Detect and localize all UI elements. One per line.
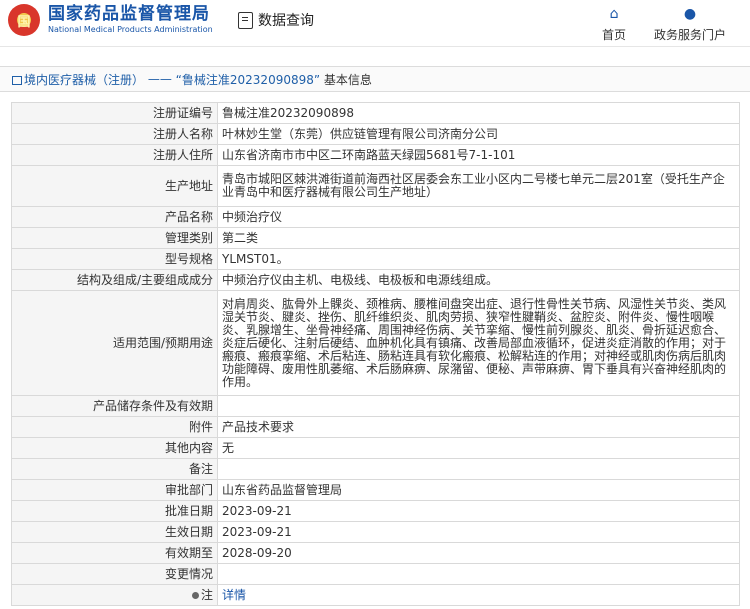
row-label: 审批部门	[11, 479, 218, 501]
row-value: YLMST01。	[217, 248, 740, 270]
row-label: 备注	[11, 458, 218, 480]
row-label: 适用范围/预期用途	[11, 290, 218, 396]
data-query-title[interactable]: 数据查询	[238, 10, 314, 30]
breadcrumb: 境内医疗器械（注册） —— “鲁械注准20232090898” 基本信息	[0, 66, 750, 92]
table-row: 附件 产品技术要求	[11, 416, 740, 438]
row-value: 无	[217, 437, 740, 459]
table-row: 注册人住所 山东省济南市市中区二环南路蓝天绿园5681号7-1-101	[11, 144, 740, 166]
table-row: 其他内容无	[11, 437, 740, 459]
row-value: 对肩周炎、肱骨外上髁炎、颈椎病、腰椎间盘突出症、退行性骨性关节病、风湿性关节炎、…	[217, 290, 740, 396]
row-value: 鲁械注准20232090898	[217, 102, 740, 124]
table-row: 注册证编号 鲁械注准20232090898	[11, 102, 740, 124]
row-value: 中频治疗仪	[217, 206, 740, 228]
row-label: 变更情况	[11, 563, 218, 585]
breadcrumb-title: “鲁械注准20232090898”	[175, 72, 321, 87]
note-label: 注	[200, 587, 213, 602]
table-row: 备注	[11, 458, 740, 480]
row-label: 产品储存条件及有效期	[11, 395, 218, 417]
row-value: 详情	[217, 584, 740, 606]
table-row: 批准日期 2023-09-21	[11, 500, 740, 522]
row-label: 注册证编号	[11, 102, 218, 124]
row-label: 结构及组成/主要组成成分	[11, 269, 218, 291]
row-value: 2023-09-21	[217, 521, 740, 543]
row-value	[217, 395, 740, 417]
breadcrumb-link[interactable]: 境内医疗器械（注册）	[24, 71, 144, 88]
row-label: 有效期至	[11, 542, 218, 564]
document-icon	[12, 75, 22, 85]
info-icon	[191, 591, 199, 599]
nav-home[interactable]: ⌂ 首页	[602, 6, 626, 43]
national-emblem-icon: 国	[8, 4, 40, 36]
site-name-en: National Medical Products Administration	[48, 25, 213, 34]
row-value: 叶林妙生堂（东莞）供应链管理有限公司济南分公司	[217, 123, 740, 145]
breadcrumb-separator: ——	[147, 72, 172, 86]
table-row: 有效期至 2028-09-20	[11, 542, 740, 564]
row-label: 产品名称	[11, 206, 218, 228]
table-row: 注册人名称 叶林妙生堂（东莞）供应链管理有限公司济南分公司	[11, 123, 740, 145]
row-label: 生产地址	[11, 165, 218, 207]
site-name-cn: 国家药品监督管理局	[48, 4, 210, 24]
nav-service-portal[interactable]: ● 政务服务门户	[654, 6, 726, 43]
row-label: 注册人名称	[11, 123, 218, 145]
table-row: 注 详情	[11, 584, 740, 606]
row-value: 2023-09-21	[217, 500, 740, 522]
row-label: 注	[11, 584, 218, 606]
document-search-icon	[238, 11, 253, 29]
row-value: 中频治疗仪由主机、电极线、电极板和电源线组成。	[217, 269, 740, 291]
table-row: 产品名称 中频治疗仪	[11, 206, 740, 228]
row-value: 山东省济南市市中区二环南路蓝天绿园5681号7-1-101	[217, 144, 740, 166]
row-value	[217, 458, 740, 480]
table-row: 生产地址 青岛市城阳区棘洪滩街道前海西社区居委会东工业小区内二号楼七单元二层201…	[11, 165, 740, 207]
row-label: 型号规格	[11, 248, 218, 270]
home-icon: ⌂	[609, 6, 619, 22]
row-value: 2028-09-20	[217, 542, 740, 564]
row-label: 批准日期	[11, 500, 218, 522]
site-logo[interactable]: 国 国家药品监督管理局 National Medical Products Ad…	[8, 4, 213, 36]
data-query-label: 数据查询	[258, 13, 314, 29]
row-label: 附件	[11, 416, 218, 438]
row-label: 注册人住所	[11, 144, 218, 166]
row-value: 山东省药品监督管理局	[217, 479, 740, 501]
nav-service-portal-label: 政务服务门户	[654, 28, 727, 42]
table-row: 结构及组成/主要组成成分 中频治疗仪由主机、电极线、电极板和电源线组成。	[11, 269, 740, 291]
site-header: 国 国家药品监督管理局 National Medical Products Ad…	[0, 0, 750, 47]
row-value: 第二类	[217, 227, 740, 249]
table-row: 变更情况	[11, 563, 740, 585]
row-label: 生效日期	[11, 521, 218, 543]
table-row: 生效日期 2023-09-21	[11, 521, 740, 543]
user-icon: ●	[683, 6, 697, 22]
row-label: 其他内容	[11, 437, 218, 459]
table-row: 型号规格 YLMST01。	[11, 248, 740, 270]
table-row: 适用范围/预期用途 对肩周炎、肱骨外上髁炎、颈椎病、腰椎间盘突出症、退行性骨性关节…	[11, 290, 740, 396]
row-value	[217, 563, 740, 585]
details-link[interactable]: 详情	[222, 588, 246, 602]
row-value: 青岛市城阳区棘洪滩街道前海西社区居委会东工业小区内二号楼七单元二层201室（受托…	[217, 165, 740, 207]
detail-table: 注册证编号 鲁械注准20232090898 注册人名称 叶林妙生堂（东莞）供应链管理有…	[11, 102, 740, 606]
table-row: 管理类别 第二类	[11, 227, 740, 249]
row-label: 管理类别	[11, 227, 218, 249]
table-row: 产品储存条件及有效期	[11, 395, 740, 417]
breadcrumb-suffix: 基本信息	[323, 72, 372, 87]
nav-home-label: 首页	[602, 28, 627, 42]
table-row: 审批部门 山东省药品监督管理局	[11, 479, 740, 501]
row-value: 产品技术要求	[217, 416, 740, 438]
